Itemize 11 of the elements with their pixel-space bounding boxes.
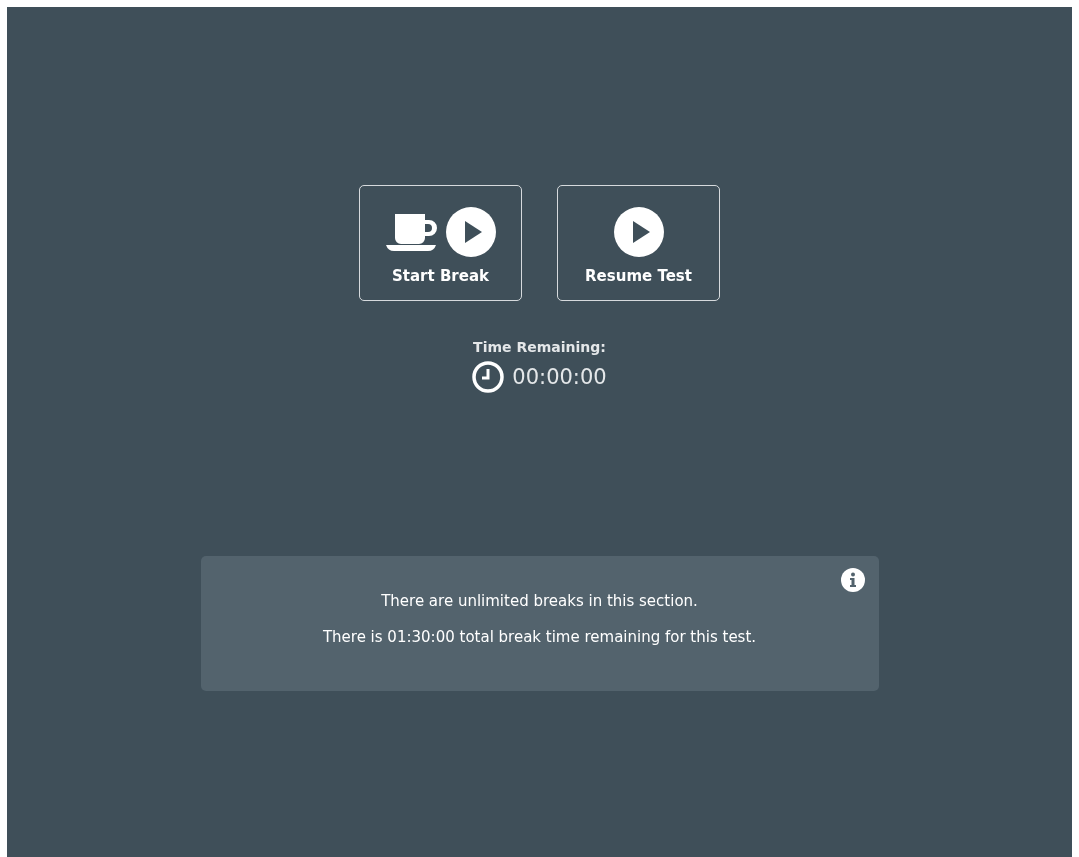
play-icon <box>445 207 496 257</box>
clock-icon <box>472 361 505 393</box>
info-message: There is 01:30:00 total break time remaining for this test. <box>322 628 757 646</box>
time-remaining-label: Time Remaining: <box>473 339 606 355</box>
resume-test-button[interactable]: Resume Test <box>557 185 720 301</box>
start-break-button[interactable]: Start Break <box>359 185 522 301</box>
time-remaining-value: 00:00:00 <box>512 365 607 389</box>
info-icon <box>840 568 865 592</box>
play-icon <box>613 207 664 257</box>
info-message: There are unlimited breaks in this section. <box>381 592 698 610</box>
coffee-cup-icon <box>385 213 438 251</box>
